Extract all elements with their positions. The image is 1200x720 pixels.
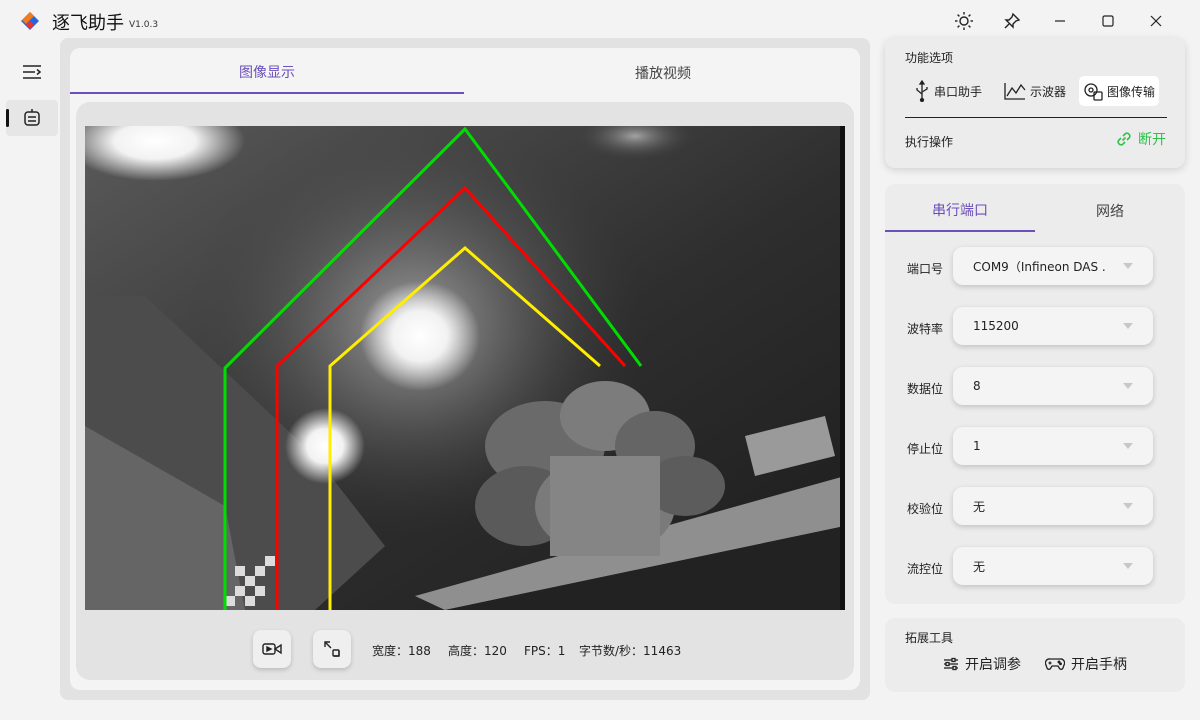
stat-height: 高度：120	[448, 642, 507, 659]
expand-icon	[324, 641, 340, 657]
flow-control-value: 无	[973, 559, 986, 574]
baud-rate-value: 115200	[973, 319, 1019, 333]
tuning-button[interactable]: 开启调参	[943, 654, 1021, 674]
data-bits-value: 8	[973, 379, 981, 393]
baud-rate-select[interactable]: 115200	[953, 307, 1153, 345]
stat-fps-label: FPS：	[524, 644, 558, 658]
sliders-icon	[944, 657, 958, 671]
oscilloscope-label: 示波器	[1030, 84, 1067, 99]
chevron-down-icon	[1123, 383, 1133, 389]
tab-label: 网络	[1096, 204, 1124, 220]
gamepad-icon	[1045, 658, 1065, 670]
flow-control-select[interactable]: 无	[953, 547, 1153, 585]
flow-control-label: 流控位	[907, 562, 944, 576]
chevron-down-icon	[1123, 323, 1133, 329]
frame-edge	[840, 126, 845, 610]
tab-network[interactable]: 网络	[1035, 190, 1185, 232]
image-transfer-button[interactable]: 图像传输	[1079, 76, 1160, 106]
baud-rate-label: 波特率	[907, 322, 944, 336]
stop-bits-select[interactable]: 1	[953, 427, 1153, 465]
stat-bytes: 字节数/秒：11463	[579, 642, 681, 659]
robot-icon	[24, 109, 40, 126]
title-bar: 逐飞助手 V1.0.3	[0, 0, 1200, 40]
chevron-down-icon	[1123, 263, 1133, 269]
stat-height-value: 120	[484, 644, 507, 658]
port-label: 端口号	[907, 262, 944, 276]
pin-icon	[1004, 12, 1021, 29]
minimize-button[interactable]	[1047, 8, 1073, 34]
tab-image-display[interactable]: 图像显示	[70, 52, 464, 94]
close-button[interactable]	[1143, 8, 1169, 34]
menu-expand-icon	[23, 65, 42, 79]
tab-serial-port[interactable]: 串行端口	[885, 190, 1035, 232]
usb-icon	[916, 80, 928, 102]
pin-button[interactable]	[999, 8, 1025, 34]
disconnect-label: 断开	[1138, 132, 1166, 148]
data-bits-label: 数据位	[907, 382, 944, 396]
maximize-icon	[1102, 15, 1114, 27]
light-center	[360, 281, 480, 391]
minimize-icon	[1055, 20, 1065, 22]
serial-assistant-button[interactable]: 串口助手	[910, 76, 986, 106]
stat-fps: FPS：1	[524, 642, 565, 659]
light-lower	[285, 408, 365, 484]
stat-width: 宽度：188	[372, 642, 431, 659]
sun-icon	[955, 12, 973, 30]
camera-frame	[85, 126, 845, 610]
stat-bytes-label: 字节数/秒：	[579, 644, 644, 658]
app-logo-icon	[21, 12, 39, 30]
app-title: 逐飞助手	[52, 13, 124, 34]
chevron-down-icon	[1123, 443, 1133, 449]
gamepad-button[interactable]: 开启手柄	[1045, 654, 1127, 674]
menu-toggle-button[interactable]	[6, 54, 58, 90]
oscilloscope-button[interactable]: 示波器	[1000, 76, 1070, 106]
link-icon	[1117, 132, 1131, 146]
camera-image	[85, 126, 845, 610]
theme-toggle-button[interactable]	[951, 8, 977, 34]
tools-panel-title: 拓展工具	[905, 631, 954, 645]
function-divider	[905, 117, 1167, 118]
record-video-button[interactable]	[253, 630, 291, 668]
port-value: COM9（Infineon DAS .	[973, 259, 1106, 274]
tab-label: 播放视频	[635, 66, 691, 82]
tab-label: 串行端口	[932, 203, 988, 219]
active-indicator	[6, 109, 9, 127]
stop-bits-value: 1	[973, 439, 981, 453]
data-bits-select[interactable]: 8	[953, 367, 1153, 405]
close-icon	[1150, 15, 1162, 27]
chevron-down-icon	[1123, 563, 1133, 569]
stat-height-label: 高度：	[448, 644, 485, 658]
tuning-label: 开启调参	[965, 657, 1021, 673]
image-transfer-label: 图像传输	[1107, 84, 1156, 99]
stop-bits-label: 停止位	[907, 442, 944, 456]
app-window: 逐飞助手 V1.0.3 图像显示 播放视频 宽度：188 高度：120 FPS：…	[0, 0, 1200, 720]
parity-label: 校验位	[907, 502, 944, 516]
tab-label: 图像显示	[239, 65, 295, 81]
tab-play-video[interactable]: 播放视频	[466, 52, 860, 94]
stat-width-label: 宽度：	[372, 644, 409, 658]
parity-select[interactable]: 无	[953, 487, 1153, 525]
video-camera-icon	[262, 643, 282, 655]
serial-assistant-label: 串口助手	[934, 84, 983, 99]
maximize-button[interactable]	[1095, 8, 1121, 34]
image-transfer-icon	[1084, 83, 1103, 101]
stat-fps-value: 1	[557, 644, 566, 658]
chevron-down-icon	[1123, 503, 1133, 509]
gamepad-label: 开启手柄	[1071, 657, 1127, 673]
stat-bytes-value: 11463	[643, 644, 682, 658]
app-version: V1.0.3	[129, 20, 159, 30]
nav-item-device[interactable]	[6, 100, 58, 136]
function-panel-title: 功能选项	[905, 51, 954, 65]
fullscreen-button[interactable]	[313, 630, 351, 668]
action-label: 执行操作	[905, 135, 954, 149]
stat-width-value: 188	[408, 644, 431, 658]
oscilloscope-icon	[1004, 83, 1026, 100]
disconnect-button[interactable]: 断开	[1114, 129, 1166, 149]
parity-value: 无	[973, 499, 986, 514]
port-select[interactable]: COM9（Infineon DAS .	[953, 247, 1153, 285]
